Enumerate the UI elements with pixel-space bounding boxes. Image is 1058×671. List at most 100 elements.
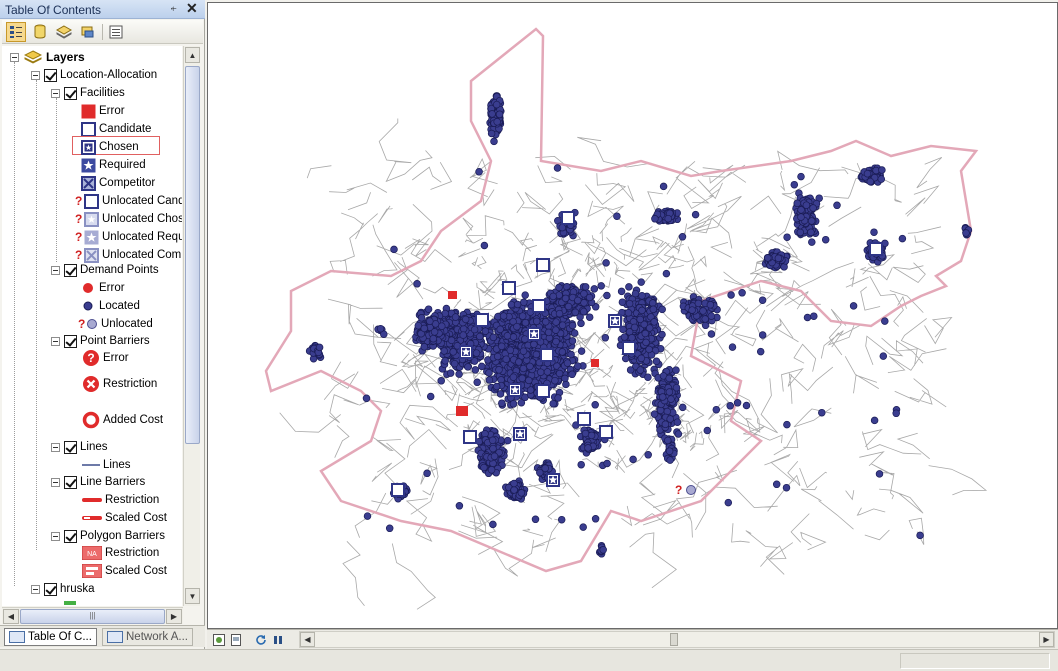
collapse-toggle[interactable] [10,52,19,62]
tree-node-polygon-barriers[interactable]: Polygon Barriers [51,527,165,545]
scroll-down-button[interactable]: ▼ [185,588,200,604]
layer-visibility-checkbox[interactable] [44,68,57,82]
toc-horizontal-scrollbar[interactable]: ◀ ||| ▶ [2,607,183,624]
demand-point [579,307,588,316]
candidate-facility [475,313,489,327]
demand-point [658,305,666,314]
collapse-toggle[interactable] [51,442,60,452]
candidate-facility [561,211,575,225]
map-display[interactable]: ? [207,2,1058,629]
tab-table-of-contents[interactable]: Table Of C... [4,628,97,646]
demand-point [510,479,518,488]
scroll-left-button[interactable]: ◀ [3,609,19,624]
candidate-square-icon [80,121,96,137]
scroll-thumb[interactable] [670,633,678,646]
data-view-button[interactable] [211,632,226,647]
layer-visibility-checkbox[interactable] [44,582,57,596]
demand-point [437,377,445,385]
candidate-facility [391,483,405,497]
demand-point [707,330,716,338]
candidate-facility [463,430,477,444]
demand-point [429,334,438,343]
tree-node-layers[interactable]: Layers [10,48,85,66]
demand-point [666,415,674,423]
layer-visibility-checkbox[interactable] [64,263,77,277]
demand-point [536,468,544,477]
tree-node-hruska[interactable]: hruska [31,580,95,598]
layer-visibility-checkbox[interactable] [64,529,77,543]
demand-point [650,318,658,326]
demand-point [618,298,627,306]
demand-point [506,346,515,354]
demand-point [441,357,449,365]
demand-point [562,380,570,389]
demand-point [644,373,652,381]
toc-vertical-scrollbar[interactable]: ▲ ▼ [183,46,200,606]
demand-point [758,296,767,304]
legend-facility-chosen[interactable]: Chosen [80,138,139,156]
list-by-visibility-button[interactable] [54,22,74,42]
pin-icon[interactable]: ⍅ [170,1,177,16]
demand-point [790,180,799,189]
collapse-toggle[interactable] [31,70,40,80]
layer-visibility-checkbox[interactable] [64,475,77,489]
demand-point [590,285,599,293]
demand-point [525,376,533,385]
close-icon[interactable]: ✕ [186,0,198,17]
tree-node-point-barriers[interactable]: Point Barriers [51,332,150,350]
list-by-source-button[interactable] [30,22,50,42]
candidate-facility [622,341,636,355]
demand-point [738,289,746,297]
demand-point [568,337,577,345]
collapse-toggle[interactable] [31,584,40,594]
options-button[interactable] [106,22,126,42]
scroll-right-button[interactable]: ▶ [166,609,182,624]
demand-point [674,430,683,438]
list-by-selection-button[interactable] [78,22,98,42]
demand-point [782,483,791,492]
demand-point [513,322,521,331]
scroll-thumb[interactable]: ||| [20,609,165,624]
tab-network-analyst[interactable]: Network A... [102,628,193,646]
demand-point [490,452,499,461]
demand-point [597,282,605,290]
tree-node-line-barriers[interactable]: Line Barriers [51,473,145,491]
collapse-toggle[interactable] [51,88,60,98]
pause-drawing-button[interactable] [270,632,285,647]
hruska-symbol-icon [64,601,76,605]
layout-view-button[interactable] [228,632,243,647]
layer-visibility-checkbox[interactable] [64,440,77,454]
tree-node-location-allocation[interactable]: Location-Allocation [31,66,157,84]
candidate-facility [536,258,550,272]
collapse-toggle[interactable] [51,265,60,275]
demand-point [447,336,456,345]
tree-node-facilities[interactable]: Facilities [51,84,125,102]
collapse-toggle[interactable] [51,336,60,346]
tree-node-demand-points[interactable]: Demand Points [51,261,159,279]
error-dot-icon [80,280,96,296]
scroll-left-button[interactable]: ◀ [300,632,315,647]
refresh-button[interactable] [253,632,268,647]
demand-point [503,436,512,445]
map-canvas[interactable]: ? [208,3,1058,629]
demand-point [637,278,645,286]
collapse-toggle[interactable] [51,531,60,541]
demand-point [492,382,501,391]
demand-point [584,444,592,452]
layer-visibility-checkbox[interactable] [64,334,77,348]
tree-node-lines[interactable]: Lines [51,438,108,456]
demand-point [520,298,528,307]
map-horizontal-scrollbar[interactable]: ◀ ▶ [299,631,1055,648]
svg-text:?: ? [675,483,682,497]
layer-visibility-checkbox[interactable] [64,86,77,100]
required-star-icon [83,229,99,245]
demand-point [625,283,633,291]
list-by-drawing-order-button[interactable] [6,22,26,42]
scroll-right-button[interactable]: ▶ [1039,632,1054,647]
unlocated-question-icon: ? [75,230,83,244]
collapse-toggle[interactable] [51,477,60,487]
scroll-thumb[interactable] [185,66,200,444]
scroll-up-button[interactable]: ▲ [185,47,200,63]
demand-point [446,369,455,377]
demand-point [549,292,557,301]
